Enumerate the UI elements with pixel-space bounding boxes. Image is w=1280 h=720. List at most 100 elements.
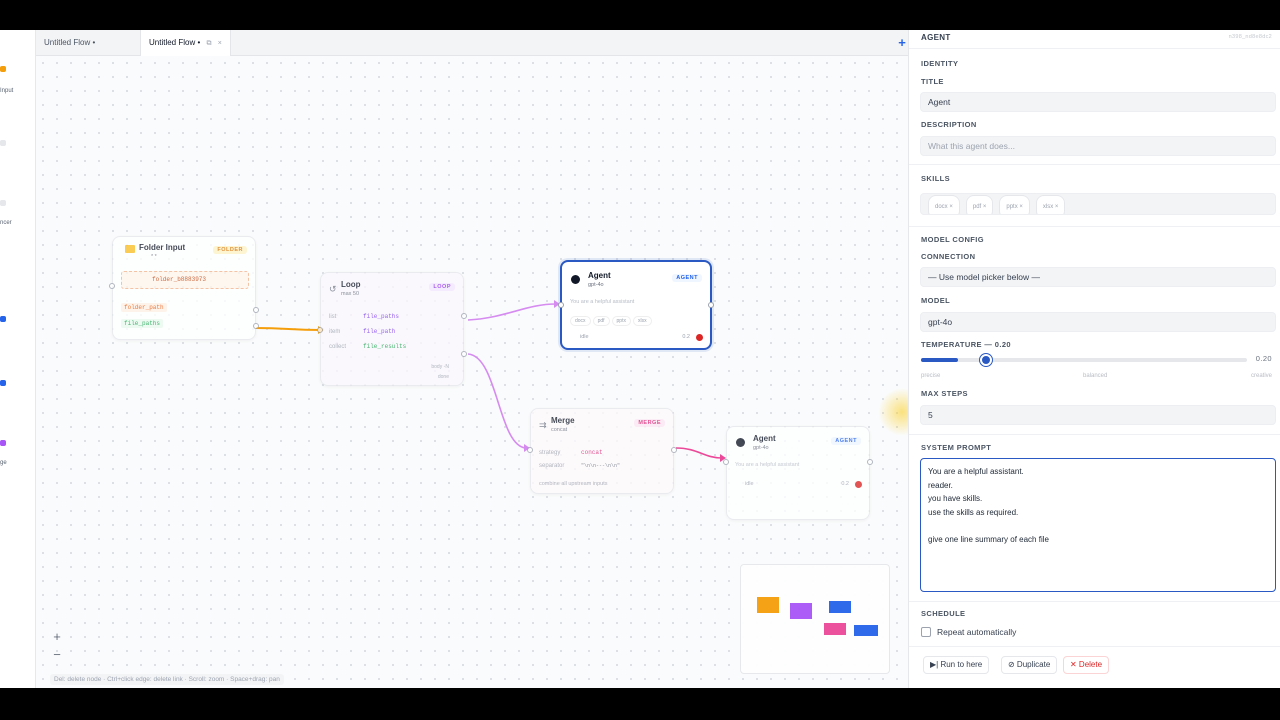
input-port[interactable] <box>527 447 533 453</box>
palette-item-ge[interactable]: ge <box>0 460 7 466</box>
node-palette-sidebar: Input ncer ge <box>0 30 36 688</box>
temperature-label: TEMPERATURE — 0.20 <box>921 340 1011 349</box>
loop-row-collect: collect file_results <box>329 343 406 350</box>
loop-row-item: item file_path <box>329 328 395 335</box>
loop-row-list: list file_paths <box>329 313 399 320</box>
node-subtitle: * * <box>151 254 157 260</box>
duplicate-button[interactable]: ⊘ Duplicate <box>1001 656 1058 674</box>
output-file-paths: file_paths <box>121 319 164 328</box>
tab-untitled-flow-2[interactable]: Untitled Flow • ⧉ × <box>140 30 231 56</box>
output-port[interactable] <box>253 323 259 329</box>
divider <box>909 226 1280 227</box>
skills-picker[interactable]: docx × pdf × pptx × xlsx × <box>920 193 1276 215</box>
input-port[interactable] <box>558 302 564 308</box>
divider <box>909 434 1280 435</box>
model-select[interactable]: gpt-4o <box>920 312 1276 332</box>
minimap[interactable] <box>740 564 890 674</box>
zoom-in-button[interactable]: + <box>46 628 68 646</box>
tab-label: Untitled Flow <box>149 38 196 47</box>
connection-select[interactable]: — Use model picker below — <box>920 267 1276 287</box>
input-port[interactable] <box>317 327 323 333</box>
description-input[interactable]: What this agent does... <box>920 136 1276 156</box>
temperature-label: 0.2 <box>841 481 849 487</box>
loop-node[interactable]: ↺ Loop max 50 LOOP list file_paths item fi… <box>317 272 467 386</box>
repeat-checkbox[interactable] <box>921 627 931 637</box>
properties-panel: AGENT n398_nd8e8dc2 IDENTITY TITLE Agent… <box>908 30 1280 688</box>
skill-chip-pdf[interactable]: pdf × <box>965 195 994 214</box>
row-value: file_results <box>363 343 407 350</box>
row-value: concat <box>581 449 603 456</box>
status-label: idle <box>580 334 589 340</box>
temperature-slider[interactable] <box>921 354 1247 366</box>
merge-row-separator: separator "\n\n---\n\n" <box>539 463 620 469</box>
folder-input-node[interactable]: Folder Input * * FOLDER folder_b8883973 … <box>109 236 259 340</box>
minimap-agent-node <box>854 625 878 636</box>
node-title: Agent <box>753 434 776 443</box>
folder-chip-label: folder_b8883973 <box>152 276 207 283</box>
output-port[interactable] <box>867 459 873 465</box>
palette-item-input[interactable]: Input <box>0 88 13 94</box>
skill-chip-docx[interactable]: docx × <box>928 195 960 214</box>
output-port[interactable] <box>461 351 467 357</box>
output-done: done <box>437 374 449 380</box>
palette-item-icon <box>0 200 6 206</box>
node-title: Merge <box>551 416 575 425</box>
keyboard-hint: Del: delete node · Ctrl+click edge: dele… <box>50 674 284 685</box>
merge-node[interactable]: ⇉ Merge concat MERGE strategy concat sepa… <box>527 408 677 494</box>
palette-item-ncer[interactable]: ncer <box>0 220 12 226</box>
close-icon[interactable]: × <box>218 40 222 47</box>
agent-node-selected[interactable]: Agent gpt-4o AGENT You are a helpful ass… <box>558 260 714 350</box>
agent-avatar-icon <box>736 438 745 447</box>
max-steps-input[interactable]: 5 <box>920 405 1276 425</box>
tab-label: Untitled Flow <box>44 38 91 47</box>
system-prompt-label: SYSTEM PROMPT <box>921 443 992 452</box>
description-label: DESCRIPTION <box>921 120 977 129</box>
status-label: idle <box>745 481 754 487</box>
agent-node-icon <box>0 316 6 322</box>
skill-label: xlsx <box>1042 204 1054 210</box>
agent-node-icon <box>0 380 6 386</box>
divider <box>909 48 1280 49</box>
edge-loop-to-merge[interactable] <box>467 353 527 449</box>
edge-loop-to-agent[interactable] <box>467 303 557 321</box>
node-id: n398_nd8e8dc2 <box>1228 34 1272 40</box>
skills-label: SKILLS <box>921 174 951 183</box>
edge-folder-to-loop[interactable] <box>255 327 321 331</box>
zoom-out-button[interactable]: − <box>46 646 68 664</box>
node-type-badge: AGENT <box>672 274 702 282</box>
copy-icon[interactable]: ⧉ <box>207 40 212 47</box>
output-port[interactable] <box>708 302 714 308</box>
title-input[interactable]: Agent <box>920 92 1276 112</box>
folder-chip[interactable]: folder_b8883973 <box>121 271 249 289</box>
merge-row-strategy: strategy concat <box>539 449 603 456</box>
divider <box>909 601 1280 602</box>
skill-chip: pptx <box>611 316 631 326</box>
skill-chip-pptx[interactable]: pptx × <box>999 195 1030 214</box>
input-port[interactable] <box>109 283 115 289</box>
node-subtitle: max 50 <box>341 291 360 297</box>
unsaved-dot: • <box>197 38 201 47</box>
agent-node[interactable]: Agent gpt-4o AGENT You are a helpful ass… <box>723 426 873 520</box>
edge-merge-to-agent[interactable] <box>675 447 723 459</box>
skill-chip: xlsx <box>632 316 652 326</box>
skill-chip: docx <box>570 316 591 326</box>
slider-thumb[interactable] <box>979 354 992 366</box>
flow-canvas[interactable]: Folder Input * * FOLDER folder_b8883973 … <box>36 56 926 688</box>
minimap-folder-node <box>757 597 779 613</box>
node-type-badge: AGENT <box>831 437 861 445</box>
model-label: MODEL <box>921 296 951 305</box>
skill-label: pdf <box>972 204 982 210</box>
tick-balanced: balanced <box>1083 373 1108 379</box>
delete-button[interactable]: ✕ Delete <box>1063 656 1110 674</box>
run-to-here-button[interactable]: ▶| Run to here <box>923 656 990 674</box>
slider-fill <box>921 358 958 362</box>
temperature-value: 0.20 <box>1255 354 1272 363</box>
output-port[interactable] <box>461 313 467 319</box>
tab-untitled-flow-1[interactable]: Untitled Flow • <box>36 30 103 56</box>
node-subtitle: concat <box>551 427 568 433</box>
output-port[interactable] <box>253 307 259 313</box>
input-port[interactable] <box>723 459 729 465</box>
skill-chip-xlsx[interactable]: xlsx × <box>1035 195 1066 214</box>
system-prompt-textarea[interactable]: You are a helpful assistant. reader. you… <box>920 458 1276 592</box>
output-port[interactable] <box>671 447 677 453</box>
